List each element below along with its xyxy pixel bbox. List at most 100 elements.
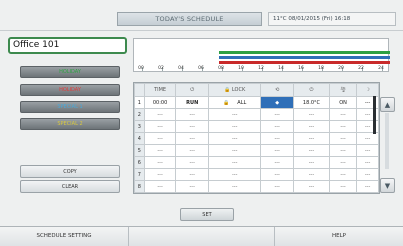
- cell-fan[interactable]: ---: [328, 132, 358, 145]
- hour-label: 08: [218, 66, 224, 71]
- cell-lock[interactable]: ---: [208, 108, 262, 121]
- divider: [0, 30, 403, 31]
- help-button[interactable]: HELP: [274, 227, 403, 246]
- table-row[interactable]: 3 --- --- --- --- --- --- ---: [134, 120, 379, 133]
- table-row[interactable]: 4 --- --- --- --- --- --- ---: [134, 132, 379, 145]
- cell-value: ---: [189, 171, 195, 178]
- hour-label: 06: [198, 66, 204, 71]
- col-header-lock: 🔒 LOCK: [208, 83, 262, 97]
- hour-label: 04: [178, 66, 184, 71]
- cell-value: 18.0°C: [302, 99, 321, 106]
- cell-time[interactable]: ---: [143, 180, 177, 193]
- cell-time[interactable]: ---: [143, 156, 177, 169]
- cell-run[interactable]: RUN: [175, 96, 210, 109]
- cell-value: ---: [231, 147, 238, 154]
- scroll-up-button[interactable]: ▲: [380, 97, 395, 112]
- cell-extra[interactable]: ---: [356, 156, 379, 169]
- cell-mode[interactable]: ---: [260, 144, 294, 157]
- cell-run[interactable]: ---: [175, 108, 210, 121]
- cell-lock[interactable]: ---: [208, 120, 262, 133]
- copy-button[interactable]: COPY: [20, 165, 120, 178]
- cell-fan[interactable]: ---: [328, 180, 358, 193]
- cell-time[interactable]: ---: [143, 144, 177, 157]
- cell-fan[interactable]: ---: [328, 168, 358, 181]
- cell-temp[interactable]: ---: [293, 132, 330, 145]
- cell-fan[interactable]: ---: [328, 120, 358, 133]
- holiday-button[interactable]: HOLIDAY: [20, 84, 120, 96]
- cell-run[interactable]: ---: [175, 180, 210, 193]
- cell-temp[interactable]: ---: [293, 156, 330, 169]
- cell-lock[interactable]: ---: [208, 168, 262, 181]
- cell-extra[interactable]: ---: [356, 168, 379, 181]
- cell-time[interactable]: ---: [143, 108, 177, 121]
- table-row[interactable]: 5 --- --- --- --- --- --- ---: [134, 144, 379, 157]
- cell-value: ---: [157, 159, 163, 166]
- cell-lock[interactable]: ---: [208, 180, 262, 193]
- cell-extra[interactable]: ---: [356, 132, 379, 145]
- scroll-down-button[interactable]: ▼: [380, 178, 395, 193]
- cell-mode[interactable]: ---: [260, 156, 294, 169]
- cell-value: ---: [274, 147, 280, 154]
- hour-label: 16: [298, 66, 304, 71]
- cell-mode[interactable]: ---: [260, 108, 294, 121]
- cell-value: RUN: [186, 99, 199, 106]
- cell-temp[interactable]: ---: [293, 120, 330, 133]
- power-icon: ⏻: [175, 83, 210, 97]
- cell-time[interactable]: ---: [143, 168, 177, 181]
- cell-fan[interactable]: ON: [328, 96, 358, 109]
- cell-run[interactable]: ---: [175, 132, 210, 145]
- cell-lock[interactable]: ---: [208, 144, 262, 157]
- cell-lock[interactable]: 🔒 ALL: [208, 96, 262, 109]
- cell-run[interactable]: ---: [175, 120, 210, 133]
- cell-mode[interactable]: ---: [260, 132, 294, 145]
- cell-run[interactable]: ---: [175, 156, 210, 169]
- cell-time[interactable]: 00:00: [143, 96, 177, 109]
- cell-mode[interactable]: ---: [260, 180, 294, 193]
- special-2-label: SPECIAL 2: [57, 121, 83, 127]
- hour-label: 22: [358, 66, 364, 71]
- schedule-setting-button[interactable]: SCHEDULE SETTING: [0, 227, 129, 246]
- cell-value: ---: [308, 159, 315, 166]
- table-row[interactable]: 6 --- --- --- --- --- --- ---: [134, 156, 379, 169]
- temperature-icon: ⏻: [293, 83, 330, 97]
- cell-value: ---: [274, 111, 280, 118]
- cell-value: ---: [308, 111, 315, 118]
- cell-temp[interactable]: ---: [293, 168, 330, 181]
- cell-fan[interactable]: ---: [328, 156, 358, 169]
- cell-mode[interactable]: ◆: [260, 96, 294, 109]
- scrollbar[interactable]: [373, 96, 376, 134]
- table-row[interactable]: 1 00:00 RUN 🔒 ALL ◆ 18.0°C ON ---: [134, 96, 379, 109]
- table-row[interactable]: 2 --- --- --- --- --- --- ---: [134, 108, 379, 121]
- mode-icon: ⟲: [260, 83, 294, 97]
- cell-mode[interactable]: ---: [260, 120, 294, 133]
- holiday-bar-label: HOLIDAY: [59, 69, 81, 75]
- hour-label: 24: [378, 66, 384, 71]
- clear-button[interactable]: CLEAR: [20, 180, 120, 193]
- cell-time[interactable]: ---: [143, 120, 177, 133]
- cell-lock[interactable]: ---: [208, 156, 262, 169]
- table-row[interactable]: 7 --- --- --- --- --- --- ---: [134, 168, 379, 181]
- cell-fan[interactable]: ---: [328, 144, 358, 157]
- holiday-bar-button[interactable]: HOLIDAY: [20, 66, 120, 78]
- cell-value: ---: [231, 159, 238, 166]
- cell-temp[interactable]: ---: [293, 144, 330, 157]
- cell-temp[interactable]: ---: [293, 108, 330, 121]
- cell-temp[interactable]: ---: [293, 180, 330, 193]
- cell-extra[interactable]: ---: [356, 180, 379, 193]
- special-2-button[interactable]: SPECIAL 2: [20, 118, 120, 130]
- set-button[interactable]: SET: [180, 208, 234, 221]
- cell-run[interactable]: ---: [175, 168, 210, 181]
- cell-lock[interactable]: ---: [208, 132, 262, 145]
- cell-temp[interactable]: 18.0°C: [293, 96, 330, 109]
- scroll-track[interactable]: [385, 113, 389, 169]
- table-row[interactable]: 8 --- --- --- --- --- --- ---: [134, 180, 379, 193]
- special-1-button[interactable]: SPECIAL 1: [20, 101, 120, 113]
- cell-mode[interactable]: ---: [260, 168, 294, 181]
- schedule-name-field[interactable]: Office 101: [8, 37, 127, 54]
- cell-run[interactable]: ---: [175, 144, 210, 157]
- cell-value: ---: [157, 171, 163, 178]
- cell-time[interactable]: ---: [143, 132, 177, 145]
- cell-fan[interactable]: ---: [328, 108, 358, 121]
- cell-value: ---: [364, 123, 371, 130]
- cell-extra[interactable]: ---: [356, 144, 379, 157]
